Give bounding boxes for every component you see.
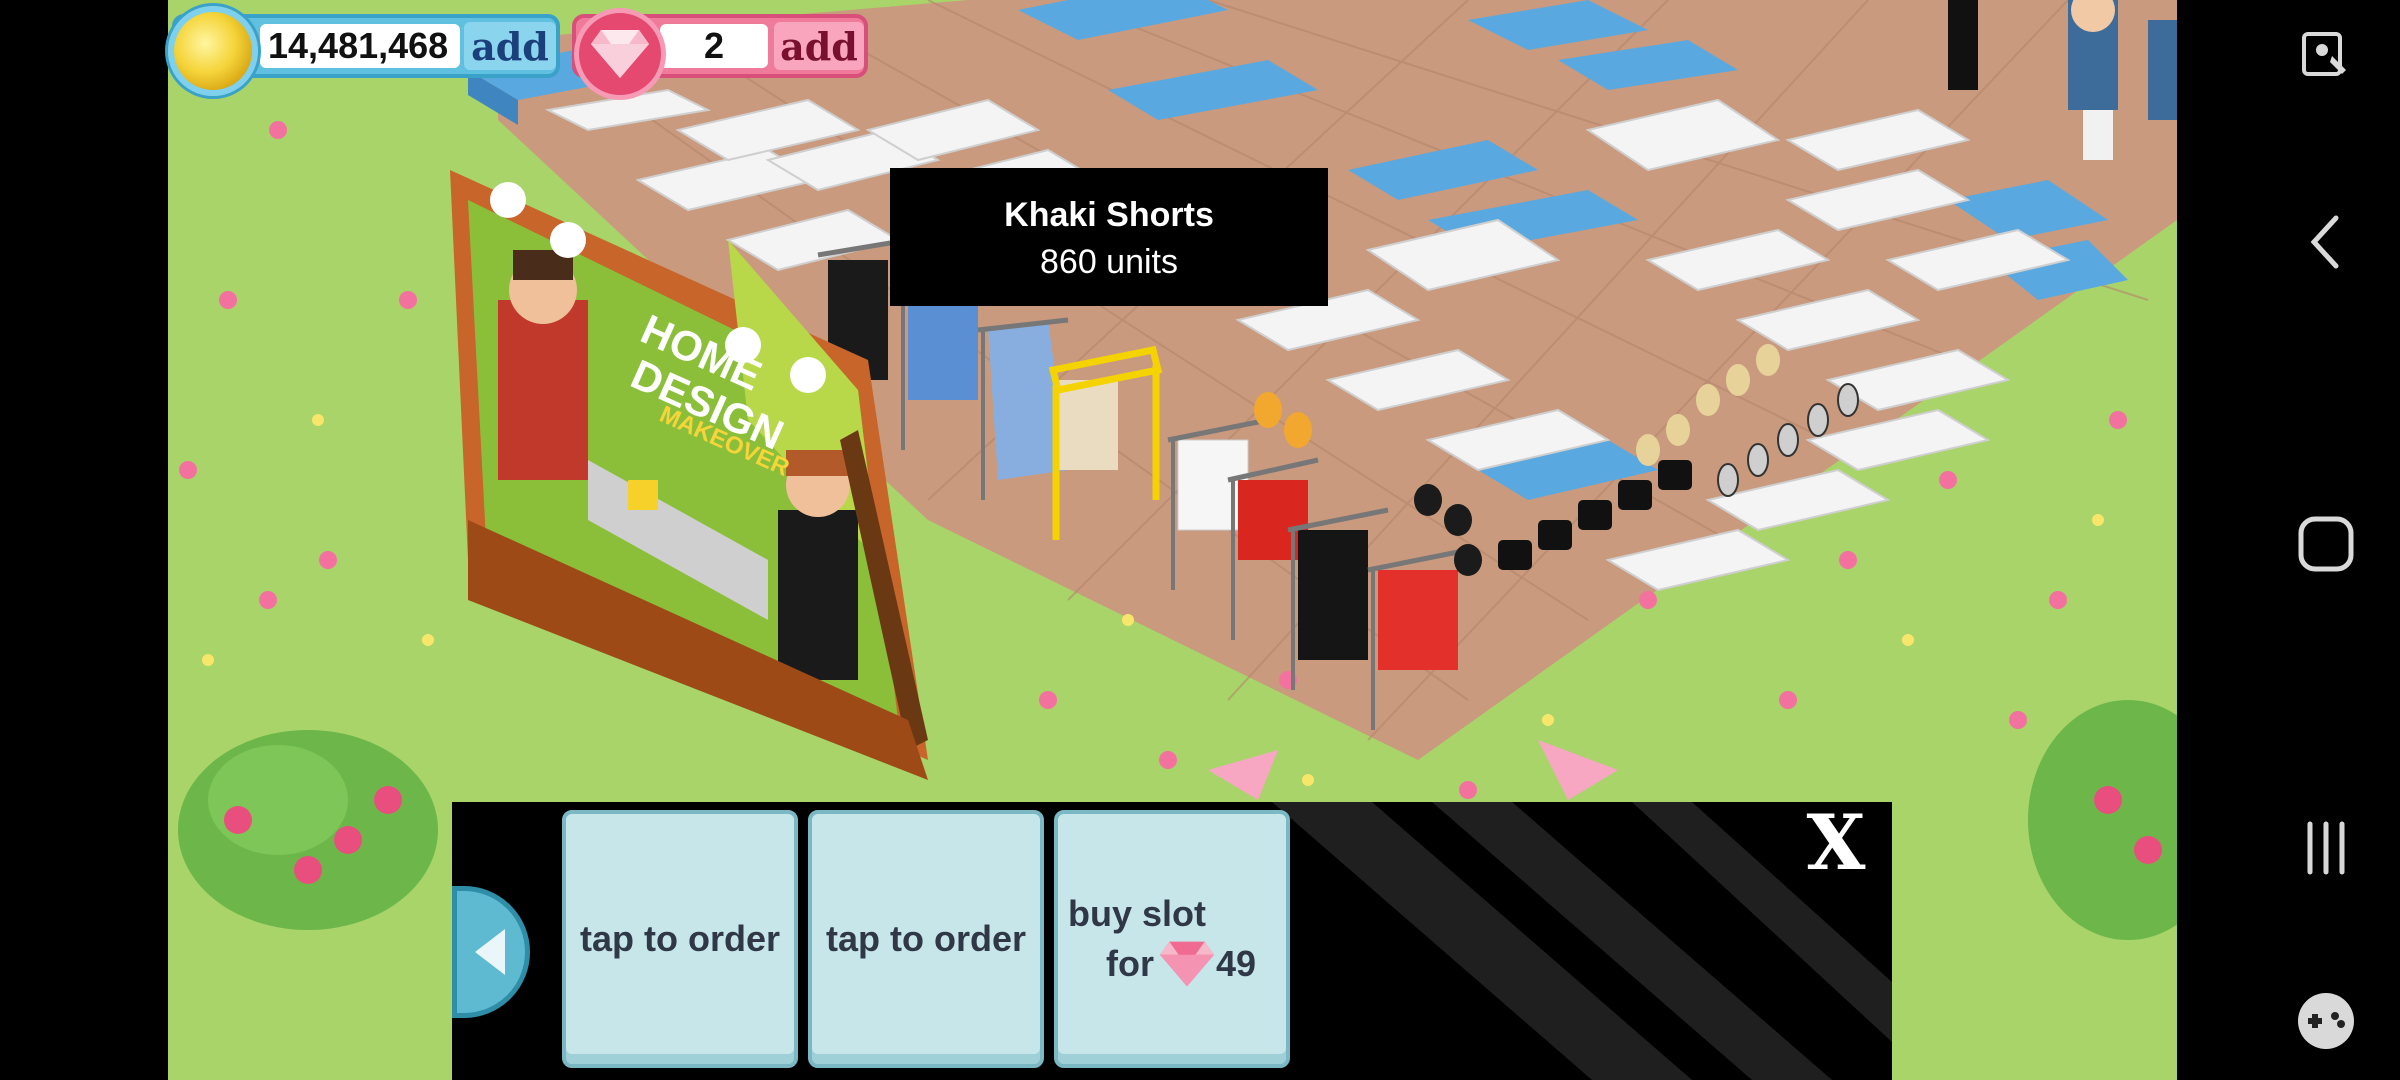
screen-recorder-icon[interactable] xyxy=(2290,18,2362,90)
gem-balance: 2 xyxy=(660,24,768,68)
close-panel-button[interactable]: X xyxy=(1796,805,1876,881)
order-slot-2[interactable]: tap to order xyxy=(808,810,1044,1068)
buy-slot-button[interactable]: buy slot for 49 xyxy=(1054,810,1290,1068)
buy-slot-price-row: for 49 xyxy=(1068,939,1256,989)
buy-slot-price: 49 xyxy=(1216,943,1257,984)
order-slot-1[interactable]: tap to order xyxy=(562,810,798,1068)
recents-icon[interactable] xyxy=(2290,812,2362,884)
diamond-icon xyxy=(1160,941,1214,987)
buy-slot-label: buy slot xyxy=(1068,893,1207,934)
coin-icon xyxy=(168,6,258,96)
order-slot-2-label: tap to order xyxy=(825,918,1026,959)
home-icon[interactable] xyxy=(2290,508,2362,580)
diamond-icon xyxy=(574,8,666,100)
tooltip-title: Khaki Shorts xyxy=(1004,196,1214,234)
left-arrow-icon xyxy=(475,929,505,975)
rose-bush xyxy=(178,730,438,930)
tooltip-subtitle: 860 units xyxy=(1040,243,1178,281)
add-coins-button[interactable]: add xyxy=(464,22,556,70)
item-tooltip: Khaki Shorts 860 units xyxy=(890,168,1328,306)
add-gems-button[interactable]: add xyxy=(774,22,864,70)
system-nav-bar xyxy=(2177,0,2400,1080)
back-icon[interactable] xyxy=(2290,206,2362,278)
order-slot-1-label: tap to order xyxy=(579,918,780,959)
coin-balance: 14,481,468 xyxy=(260,24,460,68)
game-launcher-icon[interactable] xyxy=(2290,985,2362,1057)
panel-back-button[interactable] xyxy=(452,886,530,1018)
buy-slot-for: for xyxy=(1106,943,1154,984)
